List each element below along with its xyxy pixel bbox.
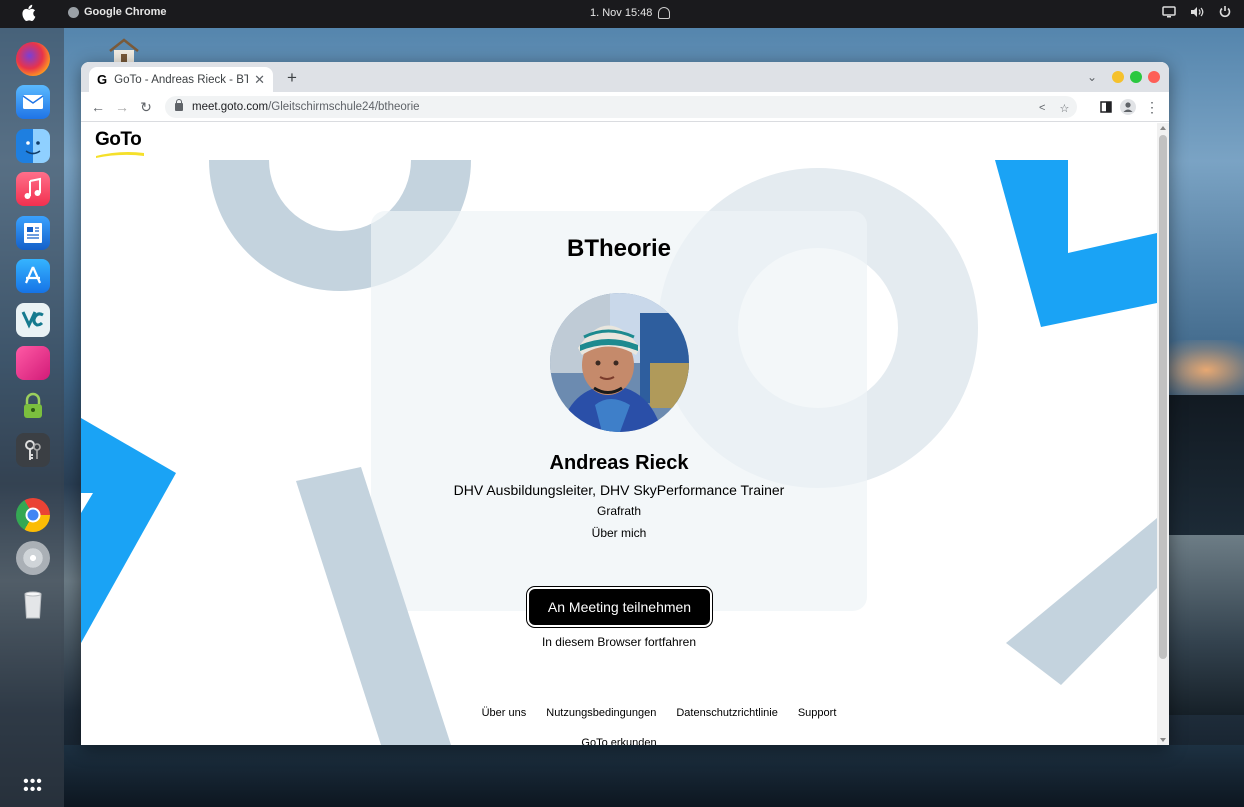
meeting-title: BTheorie: [566, 235, 671, 262]
page-scrollbar[interactable]: [1157, 123, 1169, 745]
maximize-button[interactable]: [1130, 71, 1142, 83]
volume-icon[interactable]: [1190, 6, 1204, 18]
organizer-name: Andreas Rieck: [549, 452, 689, 474]
wallpaper-bottom: [64, 745, 1244, 807]
tab-title: GoTo - Andreas Rieck - BTh: [114, 73, 249, 86]
footer-link-terms[interactable]: Nutzungsbedingungen: [546, 707, 656, 719]
tab-search-icon[interactable]: ⌄: [1087, 70, 1097, 84]
apple-icon[interactable]: [20, 4, 36, 22]
footer-links: Über uns Nutzungsbedingungen Datenschutz…: [81, 707, 1157, 719]
keychain-icon[interactable]: [16, 433, 50, 467]
pink-app-icon[interactable]: [16, 346, 50, 380]
dock: [0, 28, 64, 807]
lock-icon[interactable]: [175, 99, 183, 111]
about-me-link[interactable]: Über mich: [81, 526, 1157, 540]
organizer-role: DHV Ausbildungsleiter, DHV SkyPerformanc…: [453, 482, 785, 498]
profile-icon[interactable]: [1119, 98, 1137, 116]
omnibox-actions: < ☆: [1039, 102, 1069, 115]
lock-app-icon[interactable]: [16, 389, 50, 423]
join-meeting-button[interactable]: An Meeting teilnehmen: [526, 586, 713, 628]
meeting-card: BTheorie Andreas Rieck DHV Ausbildungsle…: [81, 123, 1157, 745]
system-tray: [1162, 6, 1232, 18]
footer-link-about[interactable]: Über uns: [482, 707, 527, 719]
wallpaper-trees: [1160, 395, 1244, 535]
url-host: meet.goto.com: [192, 101, 269, 113]
scroll-up-icon[interactable]: [1160, 126, 1166, 130]
show-apps-button[interactable]: ••• •••: [20, 774, 46, 798]
mail-icon[interactable]: [16, 85, 50, 119]
active-app-name[interactable]: Google Chrome: [68, 6, 167, 18]
footer-link-support[interactable]: Support: [798, 707, 837, 719]
footer-explore-link[interactable]: GoTo erkunden: [81, 737, 1157, 745]
browser-window: G GoTo - Andreas Rieck - BTh ✕ + ⌄ ← → ↻…: [81, 62, 1169, 745]
veracrypt-icon[interactable]: [16, 303, 50, 337]
bookmark-star-icon[interactable]: ☆: [1059, 102, 1069, 115]
music-icon[interactable]: [16, 172, 50, 206]
back-icon[interactable]: ←: [89, 98, 107, 116]
organizer-avatar: [550, 293, 689, 432]
firefox-icon[interactable]: [16, 42, 50, 76]
tab-close-icon[interactable]: ✕: [254, 72, 265, 88]
clock[interactable]: 1. Nov 15:48: [590, 7, 671, 19]
alarm-icon: [658, 7, 671, 19]
new-tab-button[interactable]: +: [281, 67, 303, 89]
app-store-icon[interactable]: [16, 259, 50, 293]
system-top-bar: Google Chrome 1. Nov 15:48: [0, 0, 1244, 28]
url-path: /Gleitschirmschule24/btheorie: [268, 101, 420, 113]
chrome-small-icon: [68, 6, 79, 18]
text-editor-icon[interactable]: [16, 216, 50, 250]
tab-strip: G GoTo - Andreas Rieck - BTh ✕ + ⌄: [81, 62, 1169, 92]
dvd-icon[interactable]: [16, 541, 50, 575]
share-icon[interactable]: <: [1039, 102, 1045, 115]
close-button[interactable]: [1148, 71, 1160, 83]
scrollbar-thumb[interactable]: [1159, 135, 1167, 659]
trash-icon[interactable]: [16, 588, 50, 622]
reload-icon[interactable]: ↻: [137, 98, 155, 116]
forward-icon[interactable]: →: [113, 98, 131, 116]
finder-icon[interactable]: [16, 129, 50, 163]
menu-kebab-icon[interactable]: ⋮: [1143, 98, 1161, 116]
side-panel-icon[interactable]: [1097, 98, 1115, 116]
tab-goto[interactable]: G GoTo - Andreas Rieck - BTh ✕: [89, 67, 273, 92]
goto-favicon: G: [97, 72, 108, 87]
browser-toolbar: ← → ↻ meet.goto.com/Gleitschirmschule24/…: [81, 92, 1169, 122]
chrome-icon[interactable]: [16, 498, 50, 532]
display-icon[interactable]: [1162, 6, 1176, 18]
wallpaper-water: [1160, 535, 1244, 715]
address-bar[interactable]: meet.goto.com/Gleitschirmschule24/btheor…: [165, 96, 1077, 118]
page-content: GoTo BTheorie Andreas Rieck DHV Ausbildu…: [81, 123, 1169, 745]
scroll-down-icon[interactable]: [1160, 738, 1166, 742]
minimize-button[interactable]: [1112, 71, 1124, 83]
continue-in-browser-link[interactable]: In diesem Browser fortfahren: [81, 635, 1157, 649]
footer-link-privacy[interactable]: Datenschutzrichtlinie: [676, 707, 778, 719]
organizer-location: Grafrath: [596, 504, 641, 518]
power-icon[interactable]: [1218, 6, 1232, 18]
